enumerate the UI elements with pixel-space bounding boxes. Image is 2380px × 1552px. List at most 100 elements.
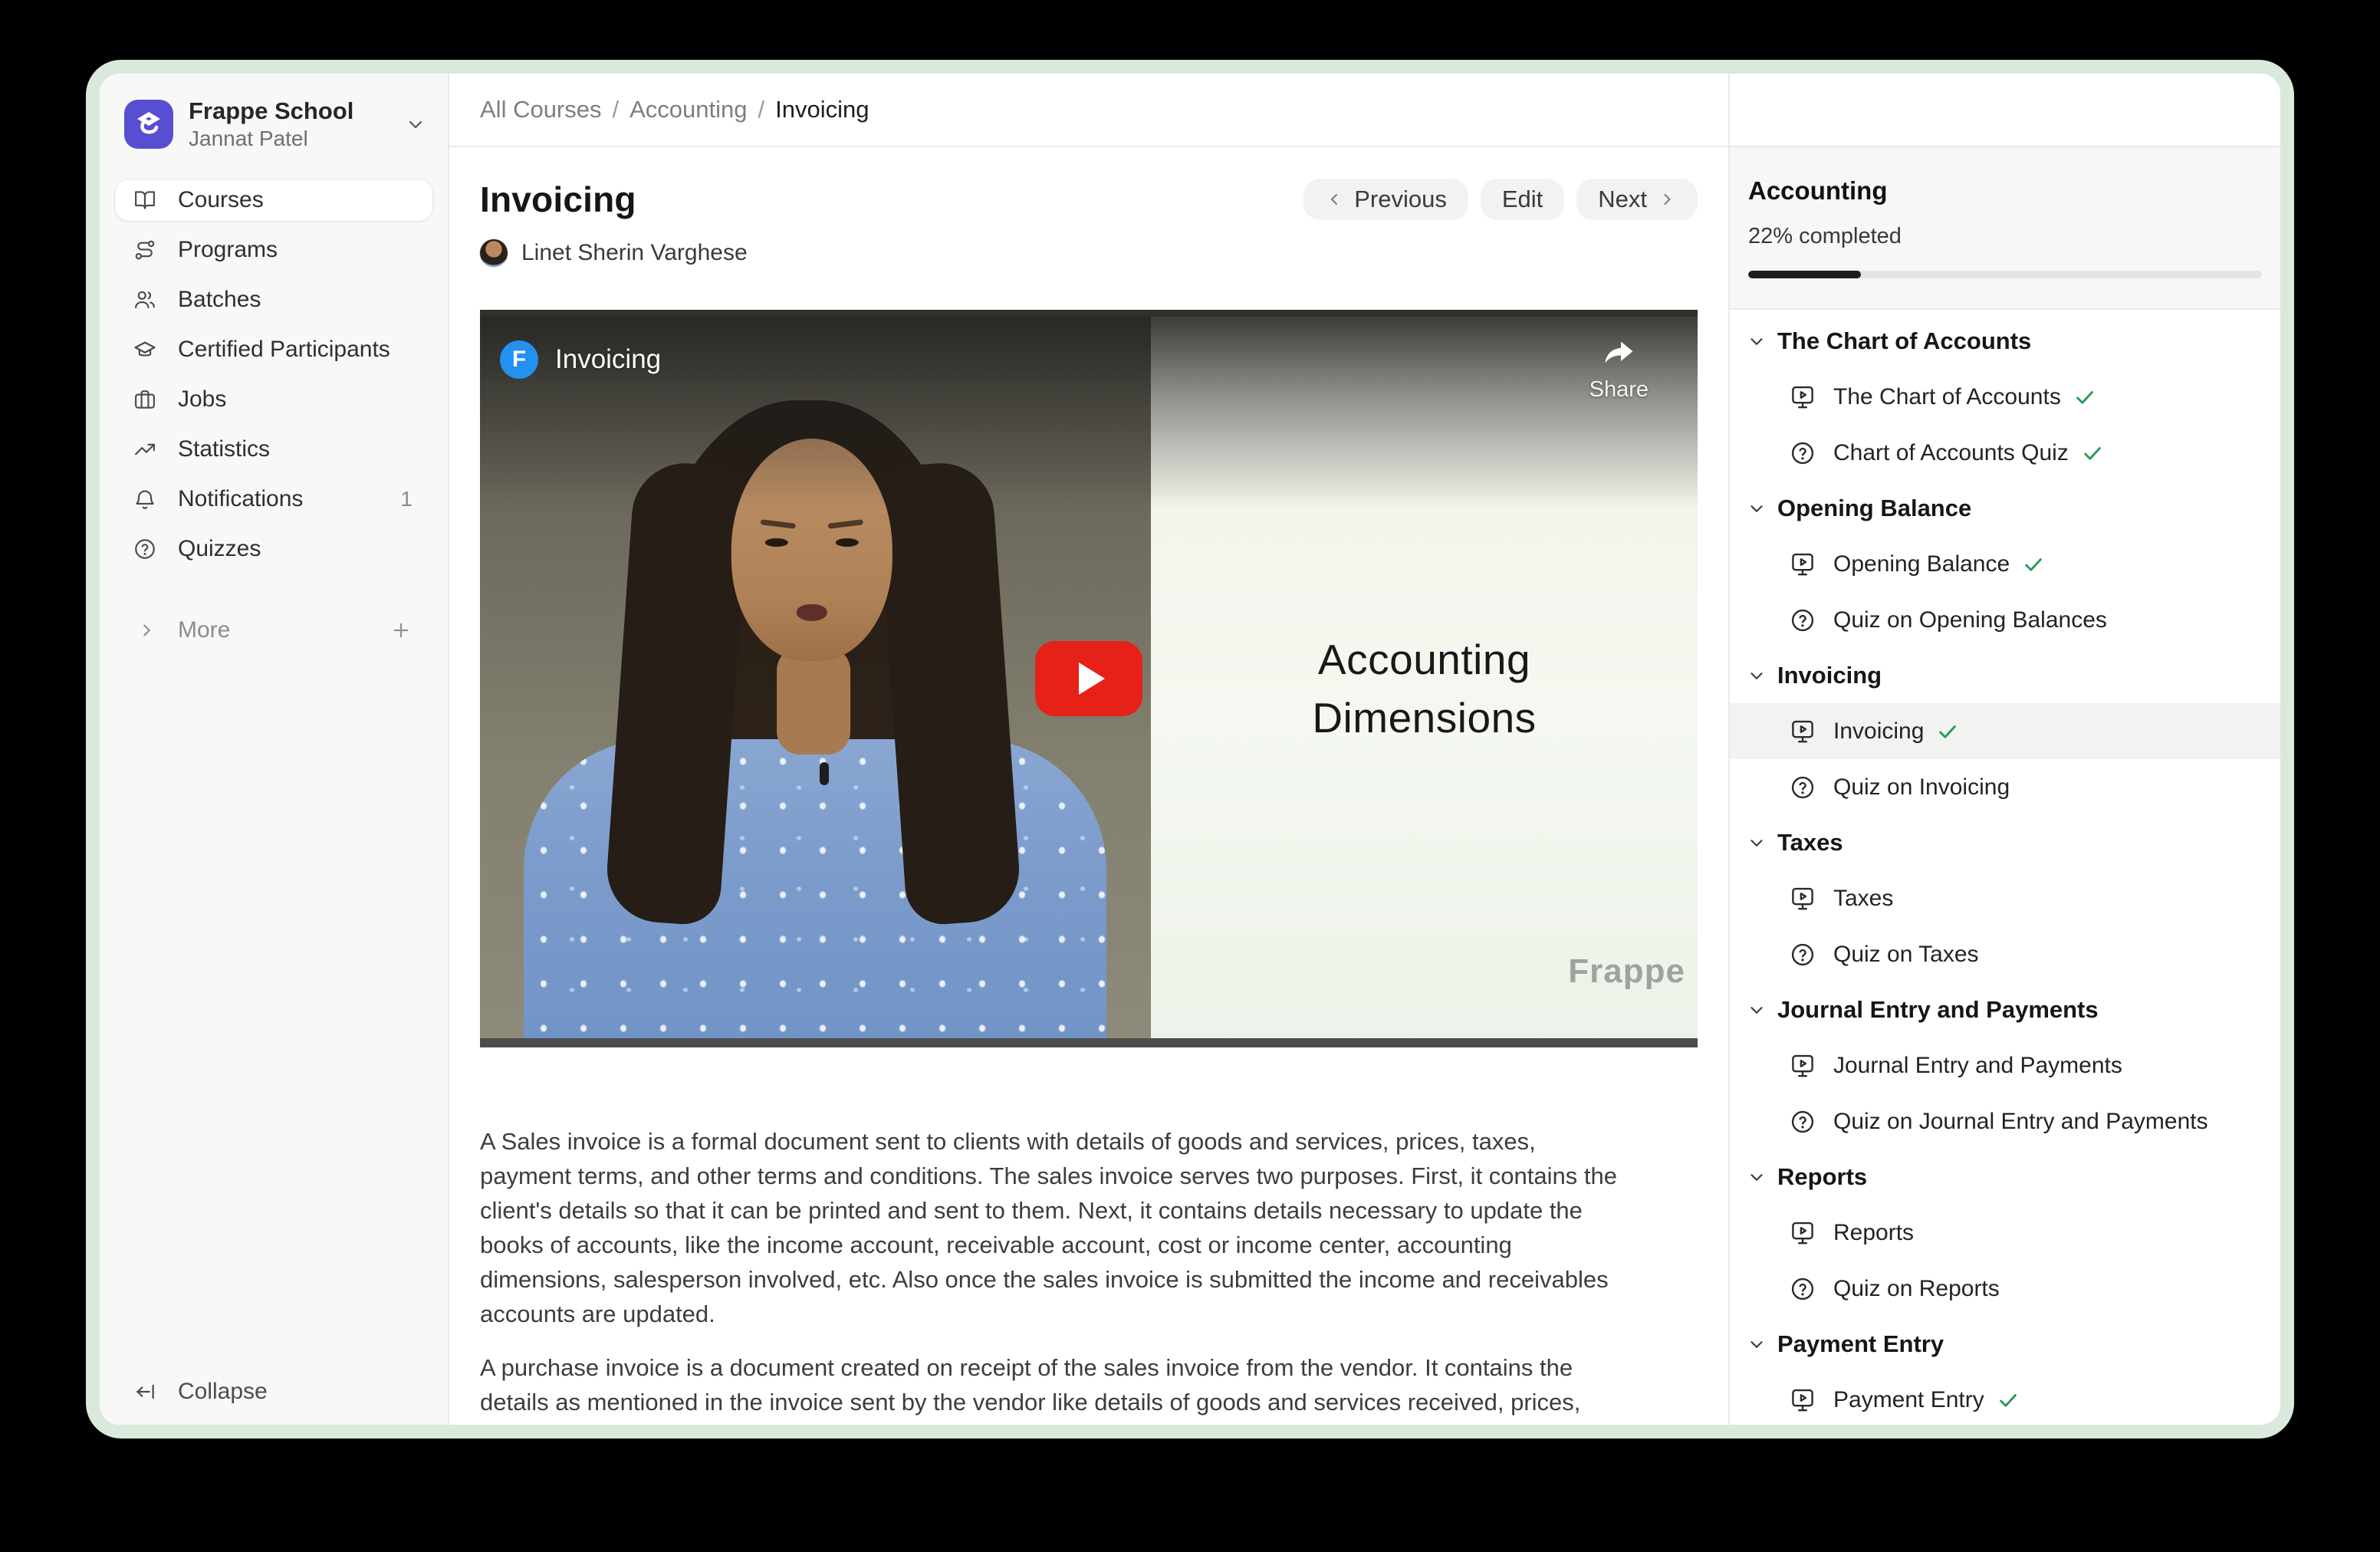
sidebar-item-more[interactable]: More bbox=[115, 610, 432, 651]
collapse-label: Collapse bbox=[178, 1379, 268, 1405]
lesson-row[interactable]: The Chart of Accounts bbox=[1730, 369, 2280, 425]
sidebar-item-notifications[interactable]: Notifications1 bbox=[115, 478, 432, 520]
lesson-row[interactable]: Quiz on Reports bbox=[1730, 1261, 2280, 1317]
briefcase-icon bbox=[133, 388, 156, 411]
quiz-icon bbox=[1789, 1275, 1816, 1303]
breadcrumb-all-courses[interactable]: All Courses bbox=[480, 96, 602, 123]
sidebar-bottom: Collapse bbox=[100, 1371, 448, 1425]
sidebar: Frappe School Jannat Patel Courses Progra… bbox=[100, 74, 449, 1425]
lesson-row[interactable]: Chart of Accounts Quiz bbox=[1730, 425, 2280, 481]
lesson-row[interactable]: Quiz on Journal Entry and Payments bbox=[1730, 1093, 2280, 1149]
breadcrumb-accounting[interactable]: Accounting bbox=[630, 96, 747, 123]
lesson-title: Quiz on Opening Balances bbox=[1833, 607, 2107, 633]
video-lesson-icon bbox=[1789, 551, 1816, 578]
chapter-row[interactable]: Opening Balance bbox=[1730, 481, 2280, 536]
users-icon bbox=[133, 288, 156, 311]
sidebar-item-jobs[interactable]: Jobs bbox=[115, 379, 432, 420]
sidebar-item-certified-participants[interactable]: Certified Participants bbox=[115, 329, 432, 370]
article-paragraph: A Sales invoice is a formal document sen… bbox=[480, 1124, 1622, 1331]
lesson-row[interactable]: Opening Balance bbox=[1730, 536, 2280, 592]
sidebar-item-programs[interactable]: Programs bbox=[115, 229, 432, 271]
edit-button[interactable]: Edit bbox=[1481, 179, 1564, 220]
lesson-title: Payment Entry bbox=[1833, 1387, 1984, 1413]
video-lesson-icon bbox=[1789, 383, 1816, 411]
trending-up-icon bbox=[133, 438, 156, 461]
previous-button[interactable]: Previous bbox=[1303, 179, 1468, 220]
lesson-row[interactable]: Journal Entry and Payments bbox=[1730, 1037, 2280, 1093]
chapter-row[interactable]: Payment Entry bbox=[1730, 1317, 2280, 1372]
chevron-down-icon bbox=[1747, 498, 1767, 518]
lesson-title: Reports bbox=[1833, 1220, 1914, 1246]
chapter-row[interactable]: Taxes bbox=[1730, 815, 2280, 870]
chapter-row[interactable]: Journal Entry and Payments bbox=[1730, 982, 2280, 1037]
next-button[interactable]: Next bbox=[1576, 179, 1698, 220]
lesson-content: Invoicing Previous Edit Next bbox=[449, 147, 1728, 1425]
breadcrumb: All Courses / Accounting / Invoicing bbox=[449, 74, 1728, 147]
sidebar-item-batches[interactable]: Batches bbox=[115, 279, 432, 321]
breadcrumb-current: Invoicing bbox=[775, 96, 869, 123]
sidebar-item-courses[interactable]: Courses bbox=[115, 179, 432, 221]
lesson-title: Quiz on Taxes bbox=[1833, 942, 1979, 968]
chapter-row[interactable]: The Chart of Accounts bbox=[1730, 314, 2280, 369]
share-arrow-icon bbox=[1601, 339, 1636, 370]
chapter-row[interactable]: Invoicing bbox=[1730, 648, 2280, 703]
frappe-watermark: Frappe bbox=[1568, 952, 1685, 991]
outline-header: Accounting 22% completed bbox=[1730, 147, 2280, 310]
share-button[interactable]: Share bbox=[1589, 339, 1649, 403]
sidebar-item-label: Quizzes bbox=[178, 536, 413, 562]
breadcrumb-separator: / bbox=[758, 96, 765, 123]
lesson-row[interactable]: Quiz on Taxes bbox=[1730, 926, 2280, 982]
chevron-right-icon bbox=[1658, 190, 1676, 209]
slide-title: Accounting Dimensions bbox=[1151, 630, 1698, 747]
desktop-frame: Frappe School Jannat Patel Courses Progra… bbox=[86, 60, 2294, 1439]
sidebar-item-label: Batches bbox=[178, 287, 413, 313]
video-lesson-icon bbox=[1789, 1219, 1816, 1247]
chapter-title: Taxes bbox=[1777, 829, 1843, 857]
video-bottom-bar bbox=[480, 1038, 1698, 1047]
more-label: More bbox=[178, 617, 390, 643]
lesson-title: Chart of Accounts Quiz bbox=[1833, 440, 2069, 466]
lesson-row[interactable]: Reports bbox=[1730, 1205, 2280, 1261]
video-title[interactable]: Invoicing bbox=[555, 344, 661, 375]
sidebar-nav: Courses Programs Batches Certified Particip… bbox=[100, 179, 448, 570]
video-lesson-icon bbox=[1789, 1052, 1816, 1080]
chevron-down-icon bbox=[1747, 331, 1767, 351]
sidebar-item-label: Jobs bbox=[178, 386, 413, 413]
chevron-down-icon bbox=[1747, 1167, 1767, 1187]
lesson-nav-buttons: Previous Edit Next bbox=[1303, 179, 1698, 220]
chevron-down-icon bbox=[1747, 1334, 1767, 1354]
lesson-row[interactable]: Taxes bbox=[1730, 870, 2280, 926]
quiz-icon bbox=[1789, 1108, 1816, 1136]
help-circle-icon bbox=[133, 538, 156, 561]
collapse-button[interactable]: Collapse bbox=[115, 1371, 432, 1412]
lesson-row-active[interactable]: Invoicing bbox=[1730, 703, 2280, 759]
video-lesson-icon bbox=[1789, 885, 1816, 912]
video-player[interactable]: Accounting Dimensions Frappe F Invoicing bbox=[480, 310, 1698, 1047]
lesson-row[interactable]: Quiz on Invoicing bbox=[1730, 759, 2280, 815]
sidebar-item-label: Statistics bbox=[178, 436, 413, 462]
chapter-title: Journal Entry and Payments bbox=[1777, 996, 2099, 1024]
plus-icon[interactable] bbox=[390, 619, 413, 642]
lesson-row[interactable]: Quiz on Opening Balances bbox=[1730, 592, 2280, 648]
school-switcher[interactable]: Frappe School Jannat Patel bbox=[100, 74, 448, 152]
sidebar-item-label: Courses bbox=[178, 187, 413, 213]
progress-label: 22% completed bbox=[1748, 224, 2262, 249]
video-channel-row[interactable]: F Invoicing bbox=[500, 340, 661, 379]
graduation-cap-icon bbox=[133, 338, 156, 361]
frappe-channel-icon[interactable]: F bbox=[500, 340, 538, 379]
page-title: Invoicing bbox=[480, 179, 636, 220]
quiz-icon bbox=[1789, 941, 1816, 968]
bell-icon bbox=[133, 488, 156, 511]
lesson-title: Quiz on Reports bbox=[1833, 1276, 2000, 1302]
sidebar-item-quizzes[interactable]: Quizzes bbox=[115, 528, 432, 570]
chapter-title: Opening Balance bbox=[1777, 495, 1971, 522]
play-button[interactable] bbox=[1035, 641, 1142, 716]
chapter-row[interactable]: Reports bbox=[1730, 1149, 2280, 1205]
chapter-title: Reports bbox=[1777, 1163, 1867, 1191]
frappe-school-logo-icon bbox=[124, 100, 173, 149]
lesson-title: Quiz on Invoicing bbox=[1833, 774, 2010, 801]
sidebar-item-statistics[interactable]: Statistics bbox=[115, 429, 432, 470]
chevron-left-icon bbox=[1325, 190, 1343, 209]
lesson-row[interactable]: Payment Entry bbox=[1730, 1372, 2280, 1425]
sidebar-item-label: Certified Participants bbox=[178, 337, 413, 363]
